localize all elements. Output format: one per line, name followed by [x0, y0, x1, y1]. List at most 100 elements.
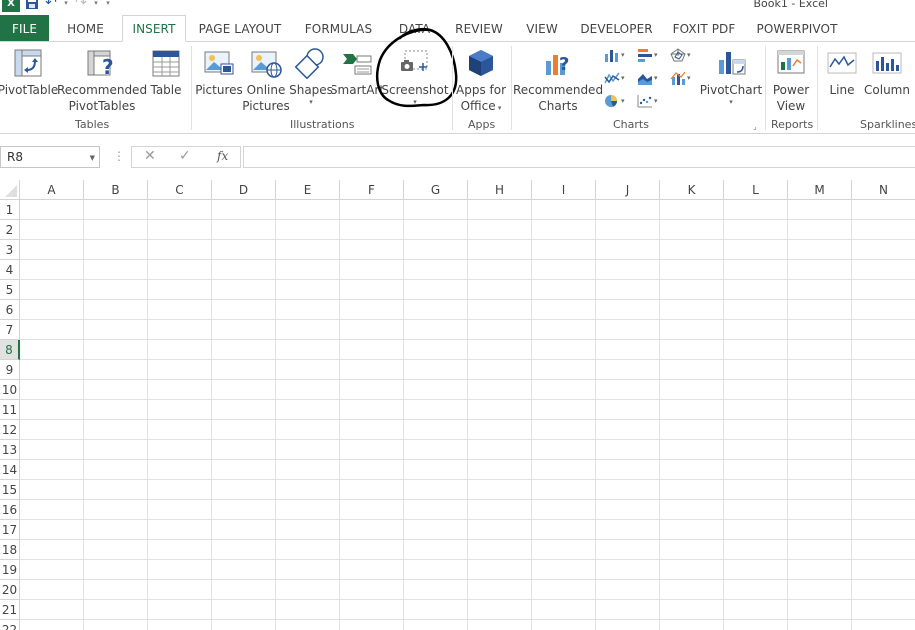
online-pictures-label-1: Online — [246, 83, 286, 97]
row-header-6[interactable]: 6 — [0, 300, 20, 320]
worksheet-grid: ABCDEFGHIJKLMN 1 2 3 4 5 6 7 8 9 10 11 12 13 14 15 16 17… — [0, 180, 915, 630]
row-header-8[interactable]: 8 — [0, 340, 20, 360]
row-header-10[interactable]: 10 — [0, 380, 20, 400]
pictures-button[interactable]: Pictures — [195, 42, 243, 98]
column-header-i[interactable]: I — [532, 180, 596, 200]
row-header-14[interactable]: 14 — [0, 460, 20, 480]
row-header-17[interactable]: 17 — [0, 520, 20, 540]
pivottable-button[interactable]: PivotTable — [0, 42, 58, 98]
row-header-4[interactable]: 4 — [0, 260, 20, 280]
column-header-h[interactable]: H — [468, 180, 532, 200]
combo-chart-menu[interactable]: ▾ — [670, 69, 691, 87]
tab-foxit-pdf[interactable]: FOXIT PDF — [661, 15, 747, 42]
area-chart-menu[interactable]: ▾ — [637, 69, 658, 87]
group-separator — [511, 46, 512, 130]
pie-chart-menu[interactable]: ▾ — [604, 92, 625, 110]
row-header-2[interactable]: 2 — [0, 220, 20, 240]
row-header-7[interactable]: 7 — [0, 320, 20, 340]
formula-bar-grip-icon[interactable]: ⋮ — [113, 149, 125, 163]
name-box-dropdown-icon[interactable]: ▼ — [90, 154, 95, 162]
apps-for-office-button[interactable]: Apps for Office ▾ — [456, 42, 506, 114]
column-header-c[interactable]: C — [148, 180, 212, 200]
undo-dropdown-icon[interactable]: ▾ — [62, 0, 70, 12]
row-header-11[interactable]: 11 — [0, 400, 20, 420]
recommended-pivottables-button[interactable]: ? Recommended PivotTables — [57, 42, 147, 114]
column-header-j[interactable]: J — [596, 180, 660, 200]
column-header-d[interactable]: D — [212, 180, 276, 200]
cell-area[interactable] — [20, 200, 915, 630]
online-pictures-button[interactable]: Online Pictures — [242, 42, 290, 114]
sparkline-column-button[interactable]: Column — [862, 42, 912, 98]
recommended-charts-button[interactable]: ? Recommended Charts — [513, 42, 603, 114]
group-separator — [191, 46, 192, 130]
tab-formulas[interactable]: FORMULAS — [294, 15, 383, 42]
column-header-m[interactable]: M — [788, 180, 852, 200]
tab-insert[interactable]: INSERT — [122, 15, 186, 42]
enter-icon[interactable]: ✓ — [179, 148, 191, 164]
row-header-20[interactable]: 20 — [0, 580, 20, 600]
row-header-13[interactable]: 13 — [0, 440, 20, 460]
apps-for-office-label-2: Office ▾ — [460, 99, 502, 113]
column-header-f[interactable]: F — [340, 180, 404, 200]
line-chart-menu[interactable]: ▾ — [604, 69, 625, 87]
excel-app-icon[interactable]: X — [2, 0, 20, 12]
row-header-3[interactable]: 3 — [0, 240, 20, 260]
select-all-triangle-icon — [5, 185, 17, 197]
table-label: Table — [150, 83, 182, 97]
cancel-icon[interactable]: ✕ — [144, 148, 156, 164]
row-header-12[interactable]: 12 — [0, 420, 20, 440]
scatter-chart-menu[interactable]: ▾ — [637, 92, 658, 110]
tab-powerpivot[interactable]: POWERPIVOT — [747, 15, 847, 42]
redo-dropdown-icon[interactable]: ▾ — [92, 0, 100, 12]
shapes-dropdown-icon: ▾ — [309, 98, 313, 106]
pivotchart-button[interactable]: PivotChart ▾ — [700, 42, 762, 106]
row-header-1[interactable]: 1 — [0, 200, 20, 220]
tab-home[interactable]: HOME — [49, 15, 122, 42]
row-header-16[interactable]: 16 — [0, 500, 20, 520]
row-header-19[interactable]: 19 — [0, 560, 20, 580]
charts-dialog-launcher-icon[interactable]: ⌟ — [753, 122, 757, 131]
sparkline-line-label: Line — [829, 83, 855, 97]
tab-page-layout[interactable]: PAGE LAYOUT — [186, 15, 294, 42]
customize-qat-icon[interactable]: ▾ — [104, 0, 112, 12]
tab-developer[interactable]: DEVELOPER — [572, 15, 661, 42]
name-box[interactable]: R8 ▼ — [0, 146, 100, 168]
power-view-button[interactable]: Power View — [769, 42, 813, 114]
row-header-5[interactable]: 5 — [0, 280, 20, 300]
area-chart-icon — [638, 74, 652, 85]
redo-icon[interactable]: ↷ — [74, 0, 88, 12]
scatter-chart-icon — [637, 95, 652, 108]
sparkline-line-icon — [826, 47, 858, 79]
column-headers: ABCDEFGHIJKLMN — [20, 180, 915, 200]
column-header-l[interactable]: L — [724, 180, 788, 200]
table-button[interactable]: Table — [147, 42, 185, 98]
bar-chart-menu[interactable]: ▾ — [637, 46, 658, 64]
column-chart-menu[interactable]: ▾ — [604, 46, 625, 64]
insert-function-icon[interactable]: fx — [217, 149, 228, 163]
group-label-illustrations: Illustrations — [290, 118, 355, 131]
row-header-9[interactable]: 9 — [0, 360, 20, 380]
column-header-n[interactable]: N — [852, 180, 915, 200]
dropdown-icon: ▾ — [687, 51, 691, 59]
tab-view[interactable]: VIEW — [512, 15, 572, 42]
group-label-apps: Apps — [468, 118, 496, 131]
column-header-a[interactable]: A — [20, 180, 84, 200]
sparkline-line-button[interactable]: Line — [822, 42, 862, 98]
row-header-22[interactable]: 22 — [0, 620, 20, 630]
column-header-e[interactable]: E — [276, 180, 340, 200]
tab-file[interactable]: FILE — [0, 15, 49, 42]
row-header-15[interactable]: 15 — [0, 480, 20, 500]
group-label-tables: Tables — [75, 118, 110, 131]
undo-icon[interactable]: ↶ — [44, 0, 58, 12]
row-header-18[interactable]: 18 — [0, 540, 20, 560]
group-separator — [765, 46, 766, 130]
column-header-g[interactable]: G — [404, 180, 468, 200]
formula-input[interactable] — [243, 146, 915, 168]
select-all-button[interactable] — [0, 180, 20, 200]
column-header-b[interactable]: B — [84, 180, 148, 200]
column-header-k[interactable]: K — [660, 180, 724, 200]
radar-chart-menu[interactable]: ▾ — [670, 46, 691, 64]
save-icon[interactable] — [24, 0, 40, 10]
row-header-21[interactable]: 21 — [0, 600, 20, 620]
shapes-button[interactable]: Shapes ▾ — [289, 42, 333, 106]
